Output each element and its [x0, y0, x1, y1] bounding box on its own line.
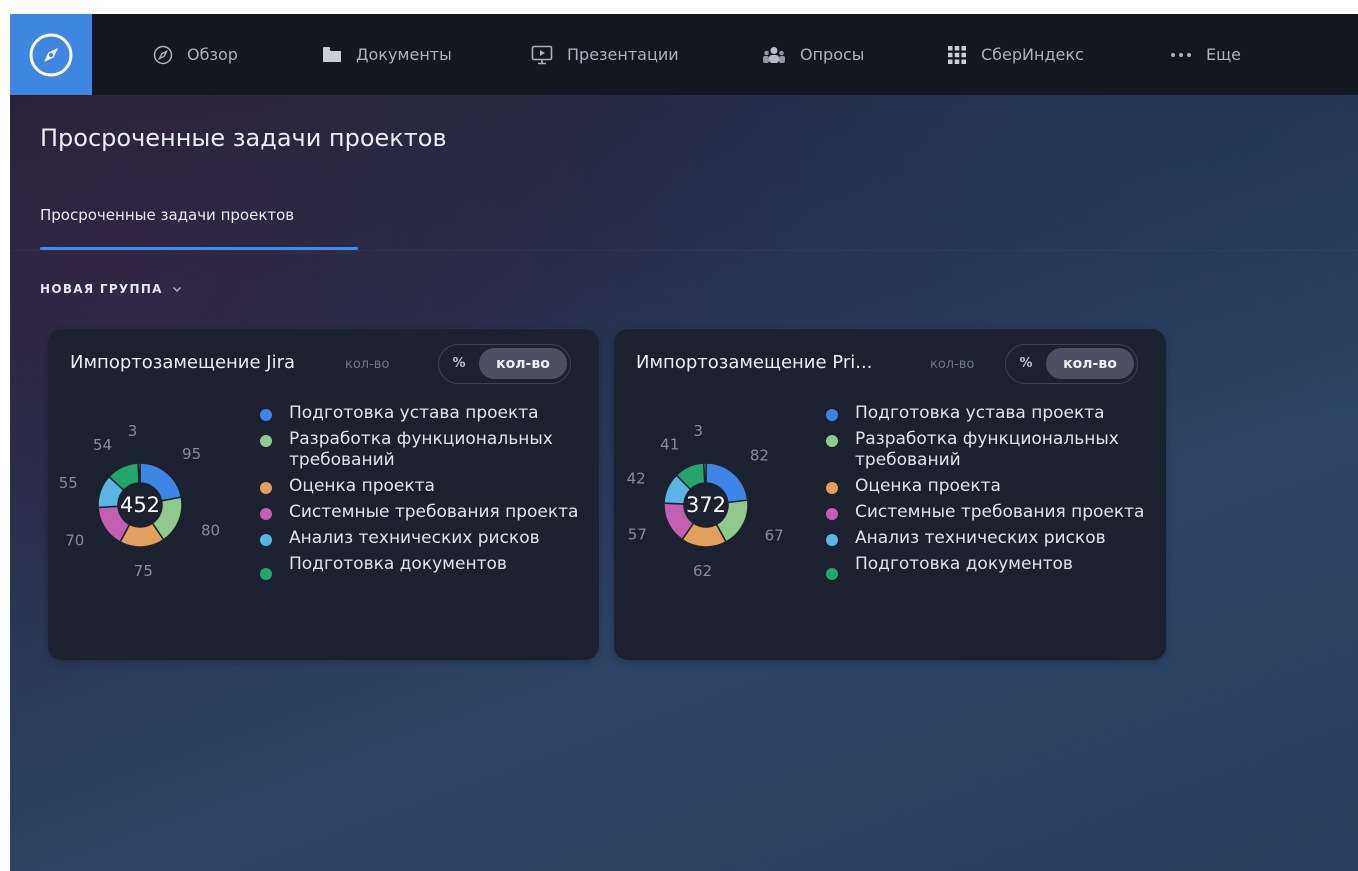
presentation-play-icon — [531, 45, 553, 64]
legend-item[interactable]: Системные требования проекта — [824, 502, 1159, 523]
unit-toggle: % кол-во — [438, 344, 571, 384]
donut-segment[interactable] — [702, 462, 707, 484]
legend-label: Оценка проекта — [855, 476, 1001, 496]
chart-legend: Подготовка устава проекта Разработка функ… — [824, 403, 1159, 580]
chart-legend: Подготовка устава проекта Разработка функ… — [258, 403, 593, 580]
tab-label: Просроченные задачи проектов — [40, 206, 295, 224]
slice-value-label: 95 — [182, 445, 201, 463]
compass-logo-icon — [29, 33, 73, 76]
slice-value-label: 55 — [59, 474, 78, 492]
toggle-count-option[interactable]: кол-во — [1046, 348, 1134, 379]
legend-label: Системные требования проекта — [855, 502, 1145, 522]
nav-item-label: СберИндекс — [981, 45, 1084, 64]
legend-item[interactable]: Оценка проекта — [824, 476, 1159, 497]
legend-dot-icon — [826, 409, 838, 421]
slice-value-label: 41 — [660, 436, 679, 454]
legend-dot-icon — [260, 409, 272, 421]
legend-label: Разработка функциональных требований — [289, 429, 553, 470]
legend-item[interactable]: Разработка функциональных требований — [824, 429, 1159, 471]
legend-item[interactable]: Анализ технических рисков — [258, 528, 593, 549]
donut-total: 372 — [686, 493, 726, 517]
slice-value-label: 80 — [201, 521, 220, 539]
legend-item[interactable]: Подготовка устава проекта — [824, 403, 1159, 424]
legend-item[interactable]: Системные требования проекта — [258, 502, 593, 523]
legend-dot-icon — [826, 534, 838, 546]
nav-item-documents[interactable]: Документы — [322, 14, 452, 95]
legend-label: Системные требования проекта — [289, 502, 579, 522]
legend-dot-icon — [826, 435, 838, 447]
donut-chart: 82 67 62 57 42 41 3 372 — [627, 422, 784, 580]
toggle-count-option[interactable]: кол-во — [479, 348, 567, 379]
donut-total: 452 — [120, 493, 160, 517]
card-title: Импортозамещение Jira — [70, 352, 296, 373]
nav-item-overview[interactable]: Обзор — [153, 14, 238, 95]
chevron-down-icon — [172, 286, 181, 292]
legend-item[interactable]: Подготовка документов — [824, 554, 1159, 580]
nav-item-label: Документы — [356, 45, 452, 64]
legend-dot-icon — [260, 534, 272, 546]
legend-dot-icon — [826, 568, 838, 580]
folder-icon — [323, 46, 341, 62]
logo-button[interactable] — [10, 14, 92, 95]
legend-label: Разработка функциональных требований — [855, 429, 1119, 470]
slice-value-label: 62 — [693, 562, 712, 580]
unit-toggle: % кол-во — [1005, 344, 1138, 384]
card-unit-label: кол-во — [930, 357, 975, 372]
slice-value-label: 67 — [765, 526, 784, 544]
legend-dot-icon — [260, 568, 272, 580]
more-dots-icon — [1171, 52, 1191, 57]
slice-value-label: 3 — [693, 422, 703, 440]
nav-item-surveys[interactable]: Опросы — [762, 14, 864, 95]
nav-item-label: Обзор — [187, 45, 238, 64]
slice-value-label: 42 — [627, 469, 646, 487]
legend-item[interactable]: Разработка функциональных требований — [258, 429, 593, 471]
grid-icon — [948, 45, 966, 64]
legend-dot-icon — [826, 482, 838, 494]
legend-label: Анализ технических рисков — [855, 528, 1106, 548]
card-unit-label: кол-во — [345, 357, 390, 372]
legend-label: Подготовка документов — [289, 554, 507, 574]
legend-item[interactable]: Анализ технических рисков — [824, 528, 1159, 549]
group-selector[interactable]: НОВАЯ ГРУППА — [40, 282, 182, 296]
page-title: Просроченные задачи проектов — [40, 124, 447, 152]
slice-value-label: 82 — [750, 447, 769, 465]
nav-item-sberindex[interactable]: СберИндекс — [947, 14, 1084, 95]
group-label: НОВАЯ ГРУППА — [40, 282, 163, 296]
legend-dot-icon — [260, 482, 272, 494]
donut-chart: 95 80 75 70 55 54 3 452 — [59, 422, 220, 580]
people-icon — [763, 46, 785, 63]
legend-label: Подготовка документов — [855, 554, 1073, 574]
slice-value-label: 57 — [628, 525, 647, 543]
legend-item[interactable]: Подготовка устава проекта — [258, 403, 593, 424]
toggle-percent-option[interactable]: % — [441, 348, 477, 379]
nav-item-presentations[interactable]: Презентации — [531, 14, 679, 95]
nav-item-label: Презентации — [567, 45, 679, 64]
slice-value-label: 70 — [65, 531, 84, 549]
slice-value-label: 54 — [93, 436, 112, 454]
donut-segment[interactable] — [137, 462, 141, 484]
nav-item-more[interactable]: Еще — [1170, 14, 1241, 95]
top-navigation: Обзор Документы Презентации Опросы СберИ… — [10, 14, 1358, 95]
legend-item[interactable]: Подготовка документов — [258, 554, 593, 580]
legend-label: Подготовка устава проекта — [855, 403, 1105, 423]
tab-overdue-tasks[interactable]: Просроченные задачи проектов — [40, 204, 358, 250]
legend-dot-icon — [826, 508, 838, 520]
legend-dot-icon — [260, 435, 272, 447]
slice-value-label: 75 — [134, 562, 153, 580]
app-window: Обзор Документы Презентации Опросы СберИ… — [10, 14, 1358, 871]
legend-item[interactable]: Оценка проекта — [258, 476, 593, 497]
widget-card: Импортозамещение Pri... кол-во % кол-во … — [614, 329, 1166, 660]
slice-value-label: 3 — [128, 422, 138, 440]
legend-label: Подготовка устава проекта — [289, 403, 539, 423]
legend-dot-icon — [260, 508, 272, 520]
card-title: Импортозамещение Pri... — [636, 352, 873, 373]
legend-label: Оценка проекта — [289, 476, 435, 496]
compass-icon — [153, 45, 173, 64]
legend-label: Анализ технических рисков — [289, 528, 540, 548]
nav-item-label: Опросы — [800, 45, 865, 64]
nav-item-label: Еще — [1206, 45, 1242, 64]
toggle-percent-option[interactable]: % — [1008, 348, 1044, 379]
tabs-divider — [10, 250, 1358, 251]
widget-card: Импортозамещение Jira кол-во % кол-во 95… — [48, 329, 599, 660]
